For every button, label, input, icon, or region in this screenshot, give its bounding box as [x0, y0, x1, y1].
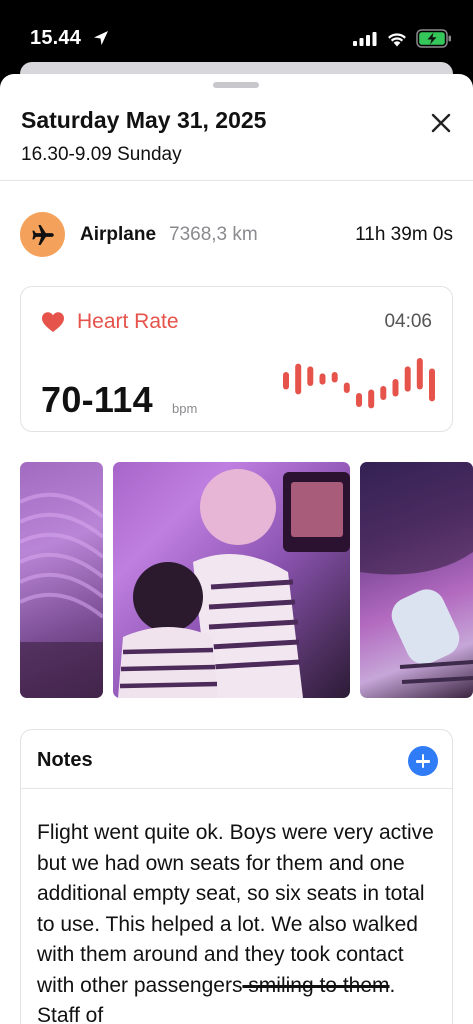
heart-rate-bar — [343, 382, 350, 393]
photo-baby-bottle[interactable] — [360, 462, 473, 698]
heart-rate-bar — [392, 379, 399, 397]
note-text-main: Flight went quite ok. Boys were very act… — [37, 821, 434, 997]
notes-card: Notes Flight went quite ok. Boys were ve… — [20, 729, 453, 1024]
heart-rate-bar — [319, 373, 326, 385]
heart-rate-bar — [429, 368, 435, 402]
activity-duration: 11h 39m 0s — [355, 224, 453, 245]
heart-rate-bar — [368, 389, 375, 409]
airplane-icon — [20, 212, 65, 257]
location-arrow-icon — [94, 31, 108, 45]
heart-rate-card[interactable]: Heart Rate 04:06 70-114 bpm — [20, 286, 453, 432]
heart-rate-label: Heart Rate — [77, 310, 179, 333]
time-range: 16.30-9.09 Sunday — [21, 144, 182, 165]
notes-title: Notes — [37, 749, 93, 771]
heart-rate-bar — [283, 372, 289, 390]
close-icon[interactable] — [428, 110, 454, 136]
heart-rate-bar — [416, 358, 423, 390]
battery-charging-icon — [416, 29, 451, 48]
note-text-struck: smiling to them — [242, 973, 390, 997]
heart-rate-bar — [331, 372, 338, 383]
heart-rate-value: 70-114 — [41, 379, 153, 420]
activity-row[interactable]: Airplane 7368,3 km 11h 39m 0s — [20, 212, 453, 258]
activity-distance: 7368,3 km — [169, 224, 258, 245]
heart-rate-bar — [380, 386, 387, 400]
heart-rate-bar — [307, 366, 314, 386]
heart-icon — [42, 312, 64, 332]
activity-name: Airplane — [80, 224, 157, 245]
wifi-icon — [388, 33, 406, 47]
heart-rate-unit: bpm — [172, 401, 198, 416]
notes-header: Notes — [21, 730, 452, 789]
note-text[interactable]: Flight went quite ok. Boys were very act… — [37, 818, 442, 1024]
status-bar: 15.44 — [0, 0, 473, 62]
heart-rate-time: 04:06 — [384, 311, 432, 332]
plus-circle-icon[interactable] — [408, 746, 438, 776]
page-title: Saturday May 31, 2025 — [21, 107, 267, 133]
photo-blurred[interactable] — [20, 462, 103, 698]
heart-rate-bar — [295, 363, 302, 395]
status-time: 15.44 — [30, 27, 82, 49]
photo-babies-window[interactable] — [113, 462, 350, 698]
day-detail-sheet: Saturday May 31, 2025 16.30-9.09 Sunday … — [0, 74, 473, 1024]
heart-rate-sparkline — [283, 358, 435, 409]
heart-rate-bar — [404, 366, 411, 392]
sheet-header: Saturday May 31, 2025 16.30-9.09 Sunday — [0, 74, 473, 181]
heart-rate-bar — [356, 393, 362, 407]
cellular-signal-icon — [353, 32, 377, 46]
